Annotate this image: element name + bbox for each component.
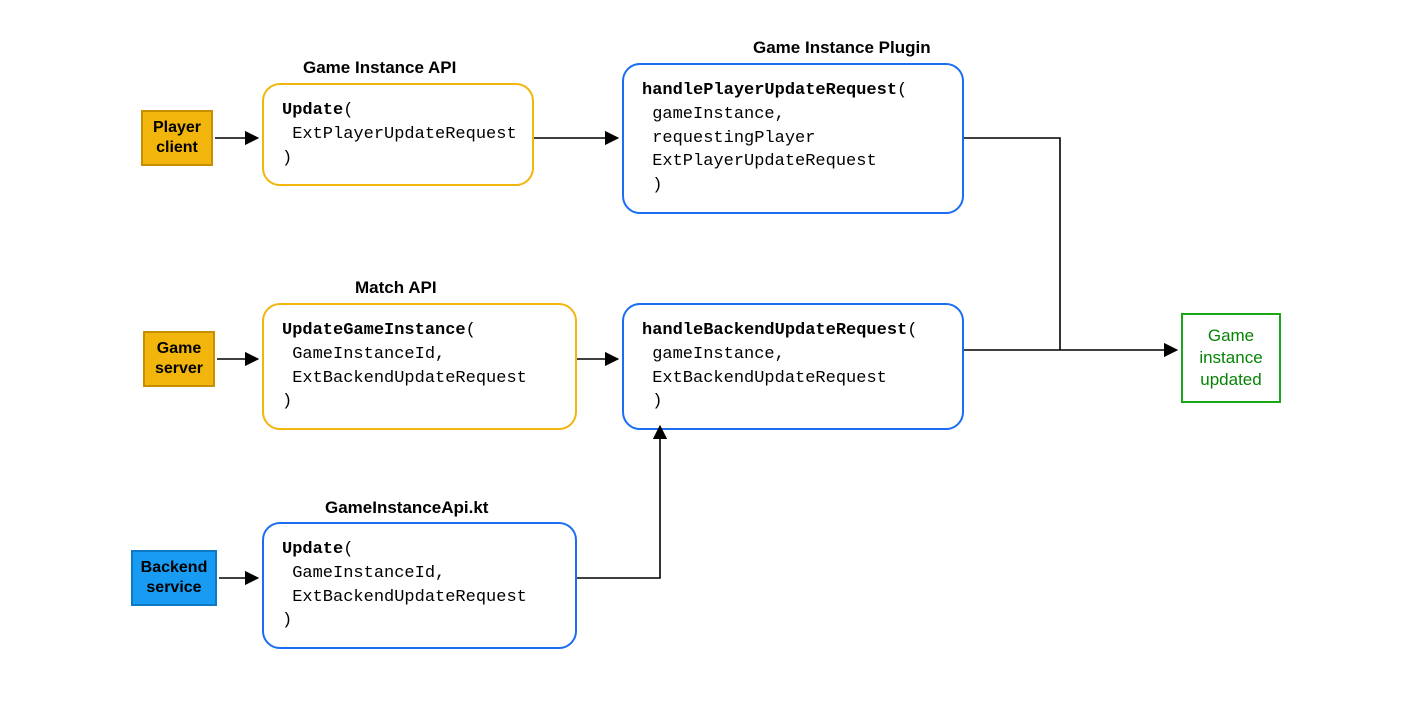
arg: ExtBackendUpdateRequest: [292, 369, 527, 388]
title-match-api: Match API: [355, 278, 437, 298]
source-backend-service: Backend service: [131, 550, 217, 606]
arg: ExtPlayerUpdateRequest: [652, 152, 876, 171]
arg: gameInstance,: [652, 345, 785, 364]
arg: ExtBackendUpdateRequest: [292, 588, 527, 607]
arg: ExtPlayerUpdateRequest: [292, 125, 516, 144]
box-update-game-instance: UpdateGameInstance( GameInstanceId, ExtB…: [262, 303, 577, 430]
box-result: Game instance updated: [1181, 313, 1281, 403]
arg: gameInstance,: [652, 105, 785, 124]
fn-update-player: Update: [282, 101, 343, 120]
fn-handle-player-update: handlePlayerUpdateRequest: [642, 81, 897, 100]
title-game-instance-api-kt: GameInstanceApi.kt: [325, 498, 488, 518]
arg: requestingPlayer: [652, 129, 815, 148]
arrow-handleplayer-down: [964, 138, 1060, 350]
box-update-player: Update( ExtPlayerUpdateRequest ): [262, 83, 534, 186]
fn-handle-backend-update: handleBackendUpdateRequest: [642, 321, 907, 340]
box-handle-backend-update: handleBackendUpdateRequest( gameInstance…: [622, 303, 964, 430]
source-game-server: Game server: [143, 331, 215, 387]
arrow-updatekt-up: [577, 428, 660, 578]
fn-update-game-instance: UpdateGameInstance: [282, 321, 466, 340]
title-game-instance-api: Game Instance API: [303, 58, 456, 78]
title-game-instance-plugin: Game Instance Plugin: [753, 38, 931, 58]
source-player-client: Player client: [141, 110, 213, 166]
arg: GameInstanceId,: [292, 345, 445, 364]
arg: ExtBackendUpdateRequest: [652, 369, 887, 388]
box-handle-player-update: handlePlayerUpdateRequest( gameInstance,…: [622, 63, 964, 214]
box-update-backend: Update( GameInstanceId, ExtBackendUpdate…: [262, 522, 577, 649]
fn-update-backend: Update: [282, 540, 343, 559]
arg: GameInstanceId,: [292, 564, 445, 583]
